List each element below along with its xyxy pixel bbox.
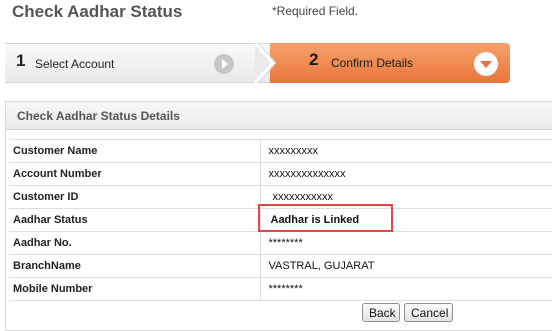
row-value: ******** [260,277,552,301]
row-value: xxxxxxxxx [260,139,552,163]
status-highlight-box [258,204,393,232]
wizard-step-confirm-details[interactable]: 2 Confirm Details [270,43,510,83]
step-wizard: 1 Select Account 2 Confirm Details [5,43,510,83]
row-label: Aadhar No. [9,231,261,255]
table-row: Customer Name xxxxxxxxx [9,139,552,163]
row-label: Mobile Number [9,277,261,301]
table-row: Aadhar No. ******** [9,231,552,255]
row-value: xxxxxxxxxxxxxx [260,162,552,186]
step-divider-chevron-icon [253,43,277,83]
table-row: Mobile Number ******** [9,277,552,301]
required-field-note: *Required Field. [272,4,359,18]
row-value: VASTRAL, GUJARAT [260,254,552,278]
row-value: ******** [260,231,552,255]
table-row: BranchName VASTRAL, GUJARAT [9,254,552,278]
row-label: Customer Name [9,139,261,163]
chevron-down-icon [474,52,498,76]
wizard-step-select-account[interactable]: 1 Select Account [5,43,270,83]
back-button[interactable]: Back [362,303,400,322]
step-number: 1 [16,51,26,70]
cancel-button[interactable]: Cancel [404,303,453,322]
row-label: Aadhar Status [9,208,261,232]
step-number: 2 [309,50,319,69]
step-label: Confirm Details [331,56,414,70]
play-arrow-icon [214,54,234,74]
table-row: Account Number xxxxxxxxxxxxxx [9,162,552,186]
page-title: Check Aadhar Status [12,2,183,21]
details-panel-title: Check Aadhar Status Details [6,102,552,130]
row-label: Customer ID [9,185,261,209]
step-label: Select Account [35,57,115,71]
row-label: Account Number [9,162,261,186]
row-label: BranchName [9,254,261,278]
